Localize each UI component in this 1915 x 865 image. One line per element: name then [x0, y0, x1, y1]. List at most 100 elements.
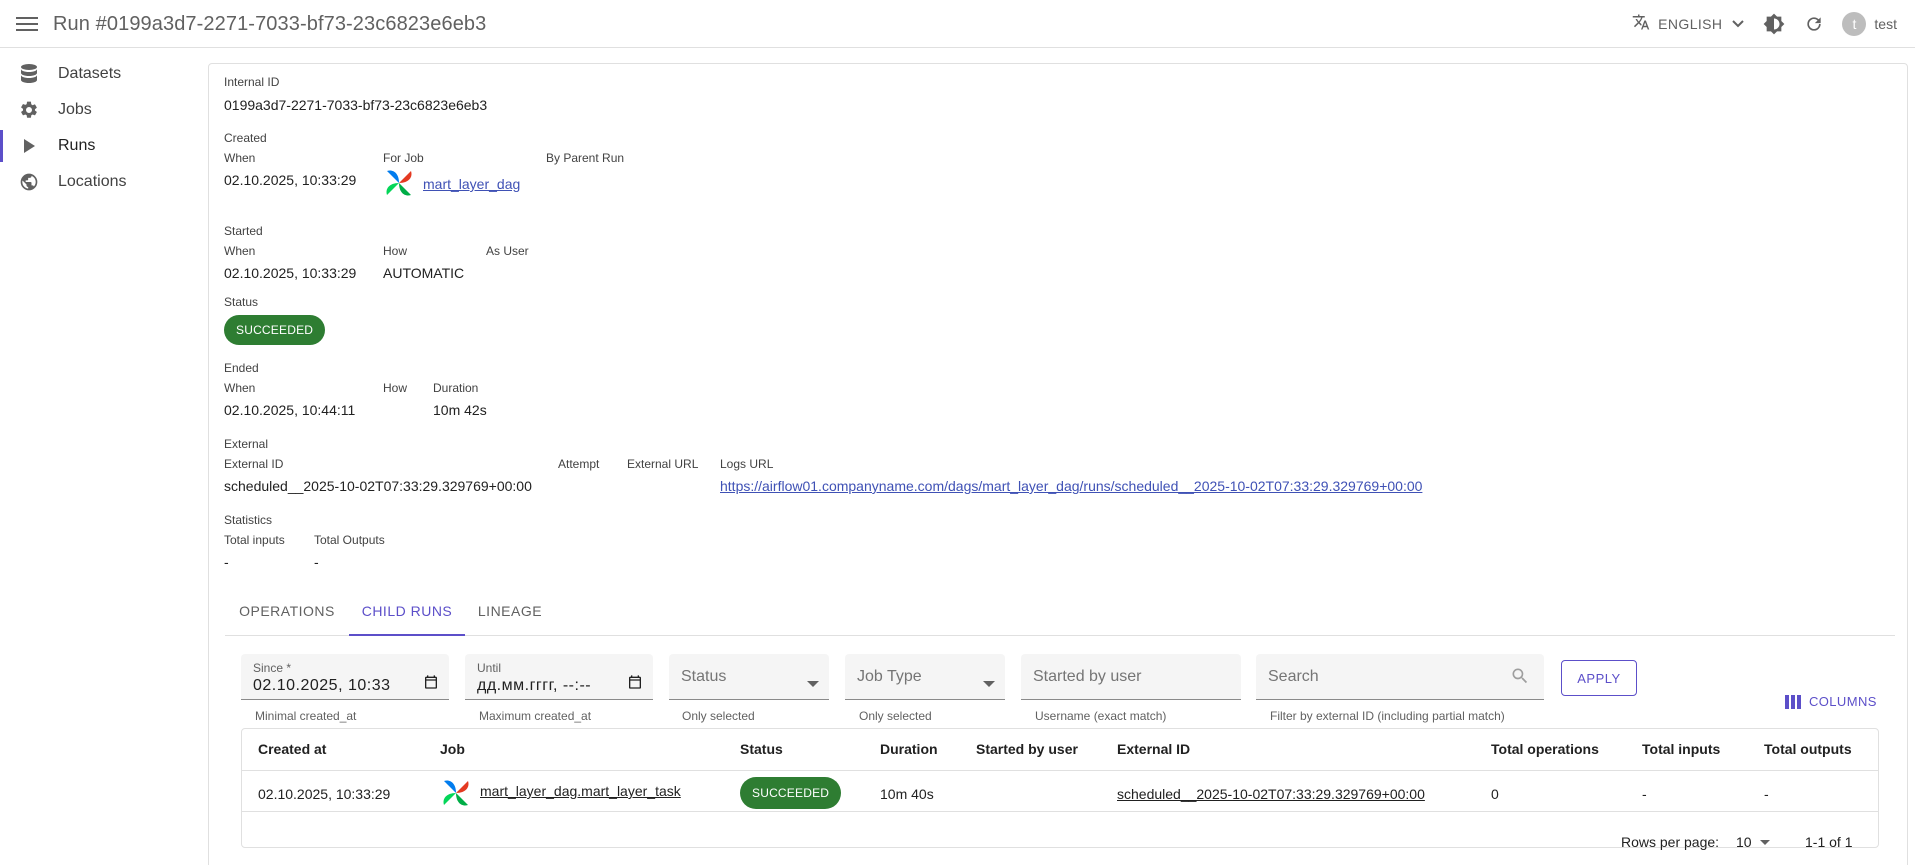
until-helper: Maximum created_at [479, 709, 592, 723]
status-helper: Only selected [682, 709, 755, 723]
username[interactable]: test [1874, 16, 1897, 32]
rows-per-page-label: Rows per page: [1621, 834, 1720, 850]
since-label: Since * [253, 661, 292, 675]
started-how-value: AUTOMATIC [383, 265, 465, 281]
avatar[interactable]: t [1842, 12, 1867, 36]
theme-toggle-icon[interactable] [1762, 12, 1786, 36]
column-header-started-by-user[interactable]: Started by user [976, 729, 1078, 770]
column-header-duration[interactable]: Duration [880, 729, 938, 770]
columns-icon [1785, 694, 1801, 709]
duration-label: Duration [433, 381, 479, 395]
for-job-link[interactable]: mart_layer_dag [423, 176, 520, 192]
created-section-label: Created [224, 131, 267, 145]
hamburger-menu-icon[interactable] [16, 14, 38, 34]
search-input[interactable]: Search [1256, 654, 1544, 700]
ended-when-value: 02.10.2025, 10:44:11 [224, 402, 356, 418]
cell-job-link[interactable]: mart_layer_dag.mart_layer_task [480, 783, 681, 799]
logs-url-label: Logs URL [720, 457, 774, 471]
external-section-label: External [224, 437, 269, 451]
started-when-value: 02.10.2025, 10:33:29 [224, 265, 357, 281]
tab-operations[interactable]: OPERATIONS [225, 586, 349, 636]
for-job-label: For Job [383, 151, 424, 165]
status-section-label: Status [224, 295, 259, 309]
started-when-label: When [224, 244, 256, 258]
page-title: Run #0199a3d7-2271-7033-bf73-23c6823e6eb… [53, 13, 487, 35]
until-value: дд.мм.гггг, --:-- [477, 677, 592, 694]
started-by-placeholder: Started by user [1033, 668, 1142, 685]
since-field[interactable]: Since * 02.10.2025, 10:33 [241, 654, 449, 700]
total-outputs-value: - [314, 554, 319, 570]
column-header-status[interactable]: Status [740, 729, 783, 770]
column-header-total-inputs[interactable]: Total inputs [1642, 729, 1720, 770]
dropdown-arrow-icon [983, 674, 995, 690]
dropdown-arrow-icon [1759, 839, 1770, 845]
cell-duration: 10m 40s [880, 786, 934, 802]
app-bar: Run #0199a3d7-2271-7033-bf73-23c6823e6eb… [0, 0, 1915, 48]
column-header-created-at[interactable]: Created at [258, 729, 326, 770]
internal-id-label: Internal ID [224, 75, 280, 89]
calendar-icon[interactable] [627, 674, 643, 693]
child-runs-table: Created at Job Status Duration Started b… [241, 728, 1879, 848]
chevron-down-icon [1732, 17, 1745, 31]
until-field[interactable]: Until дд.мм.гггг, --:-- [465, 654, 653, 700]
internal-id-value: 0199a3d7-2271-7033-bf73-23c6823e6eb3 [224, 97, 488, 113]
cell-total-outputs: - [1764, 786, 1769, 802]
sidebar-item-runs[interactable]: Runs [0, 128, 198, 164]
tab-lineage[interactable]: LINEAGE [465, 586, 555, 636]
sidebar-item-label: Jobs [58, 101, 92, 118]
job-type-select[interactable]: Job Type [845, 654, 1005, 700]
as-user-label: As User [486, 244, 529, 258]
column-header-total-operations[interactable]: Total operations [1491, 729, 1599, 770]
sidebar-item-label: Datasets [58, 65, 122, 82]
calendar-icon[interactable] [423, 674, 439, 693]
tab-child-runs[interactable]: CHILD RUNS [349, 586, 465, 636]
by-parent-run-label: By Parent Run [546, 151, 625, 165]
created-when-value: 02.10.2025, 10:33:29 [224, 172, 357, 188]
status-placeholder: Status [681, 668, 727, 685]
database-icon [17, 62, 41, 86]
started-how-label: How [383, 244, 408, 258]
sidebar-item-locations[interactable]: Locations [0, 164, 198, 200]
refresh-icon[interactable] [1802, 12, 1826, 36]
started-by-helper: Username (exact match) [1035, 709, 1167, 723]
job-type-helper: Only selected [859, 709, 932, 723]
search-icon [1510, 666, 1530, 689]
sidebar-item-datasets[interactable]: Datasets [0, 56, 198, 92]
run-tabs: OPERATIONS CHILD RUNS LINEAGE [225, 586, 1895, 636]
status-select[interactable]: Status [669, 654, 829, 700]
ended-how-label: How [383, 381, 408, 395]
apply-button[interactable]: APPLY [1561, 660, 1637, 696]
started-section-label: Started [224, 224, 263, 238]
language-label: ENGLISH [1658, 16, 1723, 32]
run-details-card: Internal ID 0199a3d7-2271-7033-bf73-23c6… [208, 63, 1908, 865]
started-by-user-input[interactable]: Started by user [1021, 654, 1241, 700]
external-id-value: scheduled__2025-10-02T07:33:29.329769+00… [224, 478, 532, 494]
statistics-section-label: Statistics [224, 513, 273, 527]
column-header-total-outputs[interactable]: Total outputs [1764, 729, 1852, 770]
status-badge: SUCCEEDED [224, 315, 326, 345]
created-when-label: When [224, 151, 256, 165]
total-outputs-label: Total Outputs [314, 533, 385, 547]
language-selector[interactable]: ENGLISH [1632, 13, 1745, 36]
translate-icon [1632, 13, 1650, 36]
ended-section-label: Ended [224, 361, 259, 375]
since-value: 02.10.2025, 10:33 [253, 677, 391, 694]
cell-created-at: 02.10.2025, 10:33:29 [258, 786, 391, 802]
rows-per-page-value: 10 [1736, 834, 1752, 850]
sidebar-item-jobs[interactable]: Jobs [0, 92, 198, 128]
column-header-job[interactable]: Job [440, 729, 465, 770]
dropdown-arrow-icon [807, 674, 819, 690]
gear-icon [17, 98, 41, 122]
columns-button[interactable]: COLUMNS [1785, 694, 1877, 709]
column-header-external-id[interactable]: External ID [1117, 729, 1190, 770]
ended-when-label: When [224, 381, 256, 395]
sidebar: Datasets Jobs Runs Locations [0, 56, 198, 200]
cell-total-inputs: - [1642, 786, 1647, 802]
logs-url-link[interactable]: https://airflow01.companyname.com/dags/m… [720, 478, 1422, 494]
attempt-label: Attempt [558, 457, 600, 471]
rows-per-page-select[interactable]: 10 [1736, 834, 1770, 850]
cell-external-id-link[interactable]: scheduled__2025-10-02T07:33:29.329769+00… [1117, 786, 1425, 802]
pagination-range: 1-1 of 1 [1805, 834, 1853, 850]
play-icon [17, 134, 41, 158]
until-label: Until [477, 661, 502, 675]
